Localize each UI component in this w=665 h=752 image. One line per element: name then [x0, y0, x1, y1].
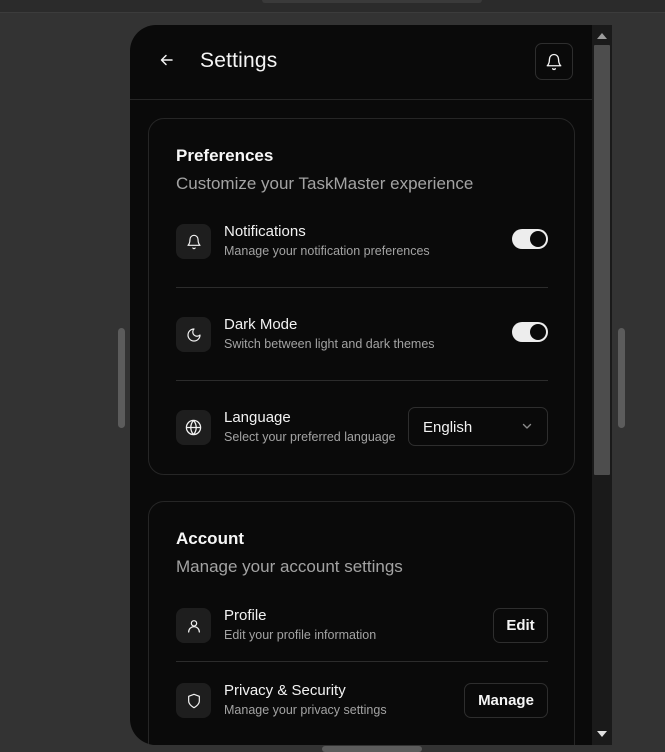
vertical-scrollbar[interactable] [592, 25, 612, 745]
dark-mode-label: Dark Mode [224, 316, 298, 333]
preferences-subtitle: Customize your TaskMaster experience [176, 174, 474, 193]
moon-icon [186, 327, 201, 342]
notifications-toggle[interactable] [512, 229, 548, 249]
dark-mode-row: Dark Mode Switch between light and dark … [176, 316, 548, 357]
chevron-down-icon [522, 423, 532, 429]
settings-screen: Settings Preferences Customize your Task… [130, 25, 592, 745]
window-top-strip [0, 0, 665, 13]
scroll-up-arrow-icon[interactable] [597, 33, 607, 39]
dark-mode-description: Switch between light and dark themes [224, 337, 435, 351]
notifications-description: Manage your notification preferences [224, 244, 430, 258]
back-button[interactable] [154, 47, 180, 73]
shield-icon [187, 693, 200, 708]
edit-profile-button[interactable]: Edit [493, 608, 548, 643]
account-title: Account [176, 529, 244, 548]
divider [176, 380, 548, 381]
bell-icon [186, 234, 201, 249]
notifications-label: Notifications [224, 223, 306, 240]
language-description: Select your preferred language [224, 430, 396, 444]
language-select-value: English [423, 419, 473, 436]
dark-mode-toggle[interactable] [512, 322, 548, 342]
user-icon [187, 619, 200, 633]
privacy-row: Privacy & Security Manage your privacy s… [176, 682, 548, 723]
privacy-description: Manage your privacy settings [224, 703, 387, 717]
app-header: Settings [130, 25, 592, 100]
language-select[interactable]: English [408, 407, 548, 446]
left-resize-handle[interactable] [118, 328, 125, 428]
profile-row: Profile Edit your profile information Ed… [176, 607, 548, 648]
privacy-row-icon [176, 683, 211, 718]
profile-description: Edit your profile information [224, 628, 377, 642]
arrow-left-icon [160, 54, 173, 66]
toggle-knob [530, 231, 546, 247]
right-resize-handle[interactable] [618, 328, 625, 428]
preferences-card: Preferences Customize your TaskMaster ex… [148, 118, 575, 475]
profile-label: Profile [224, 607, 267, 624]
divider [176, 287, 548, 288]
bell-icon [546, 53, 562, 70]
divider [176, 661, 548, 662]
dark-mode-row-icon [176, 317, 211, 352]
privacy-label: Privacy & Security [224, 682, 346, 699]
notifications-button[interactable] [535, 43, 573, 80]
notifications-row-icon [176, 224, 211, 259]
globe-icon [185, 419, 202, 436]
manage-privacy-button[interactable]: Manage [464, 683, 548, 718]
language-row: Language Select your preferred language … [176, 407, 548, 450]
scrollbar-thumb[interactable] [594, 45, 610, 475]
preferences-title: Preferences [176, 146, 274, 165]
page-title: Settings [200, 49, 278, 72]
tab-hint [262, 0, 482, 3]
bottom-resize-handle[interactable] [322, 746, 422, 752]
toggle-knob [530, 324, 546, 340]
account-card: Account Manage your account settings Pro… [148, 501, 575, 745]
scroll-down-arrow-icon[interactable] [597, 731, 607, 737]
profile-row-icon [176, 608, 211, 643]
language-row-icon [176, 410, 211, 445]
language-label: Language [224, 409, 291, 426]
notifications-row: Notifications Manage your notification p… [176, 223, 548, 264]
account-subtitle: Manage your account settings [176, 557, 403, 576]
